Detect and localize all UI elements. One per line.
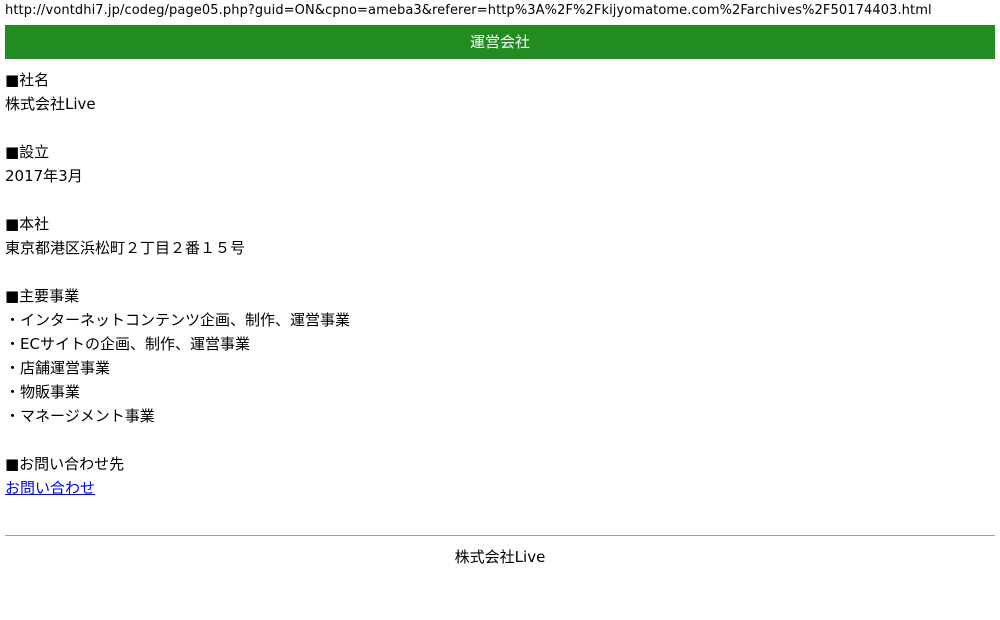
founded-heading: ■設立 — [5, 143, 50, 161]
business-item: ・ECサイトの企画、制作、運営事業 — [5, 335, 250, 353]
business-item: ・インターネットコンテンツ企画、制作、運営事業 — [5, 311, 351, 329]
company-info: ■社名 株式会社Live ■設立 2017年3月 ■本社 東京都港区浜松町２丁目… — [5, 68, 995, 524]
company-name-section: ■社名 株式会社Live — [5, 68, 995, 116]
business-item: ・物販事業 — [5, 383, 81, 401]
company-name-heading: ■社名 — [5, 71, 50, 89]
business-section: ■主要事業 ・インターネットコンテンツ企画、制作、運営事業 ・ECサイトの企画、… — [5, 284, 995, 428]
business-heading: ■主要事業 — [5, 287, 80, 305]
headquarters-section: ■本社 東京都港区浜松町２丁目２番１５号 — [5, 212, 995, 260]
contact-heading: ■お問い合わせ先 — [5, 455, 125, 473]
contact-section: ■お問い合わせ先 お問い合わせ — [5, 452, 995, 500]
footer-divider — [5, 535, 995, 536]
founded-section: ■設立 2017年3月 — [5, 140, 995, 188]
page-url: http://vontdhi7.jp/codeg/page05.php?guid… — [5, 3, 932, 18]
founded-value: 2017年3月 — [5, 167, 83, 185]
business-item: ・店舗運営事業 — [5, 359, 111, 377]
company-name-value: 株式会社Live — [5, 95, 96, 113]
page-title: 運営会社 — [469, 33, 530, 51]
contact-link-row: お問い合わせ — [5, 476, 995, 500]
business-item: ・マネージメント事業 — [5, 407, 155, 425]
headquarters-heading: ■本社 — [5, 215, 50, 233]
headquarters-address: 東京都港区浜松町２丁目２番１５号 — [5, 239, 246, 257]
contact-link[interactable]: お問い合わせ — [5, 479, 95, 497]
footer-company-name: 株式会社Live — [454, 548, 546, 566]
page-header: 運営会社 — [5, 25, 995, 59]
